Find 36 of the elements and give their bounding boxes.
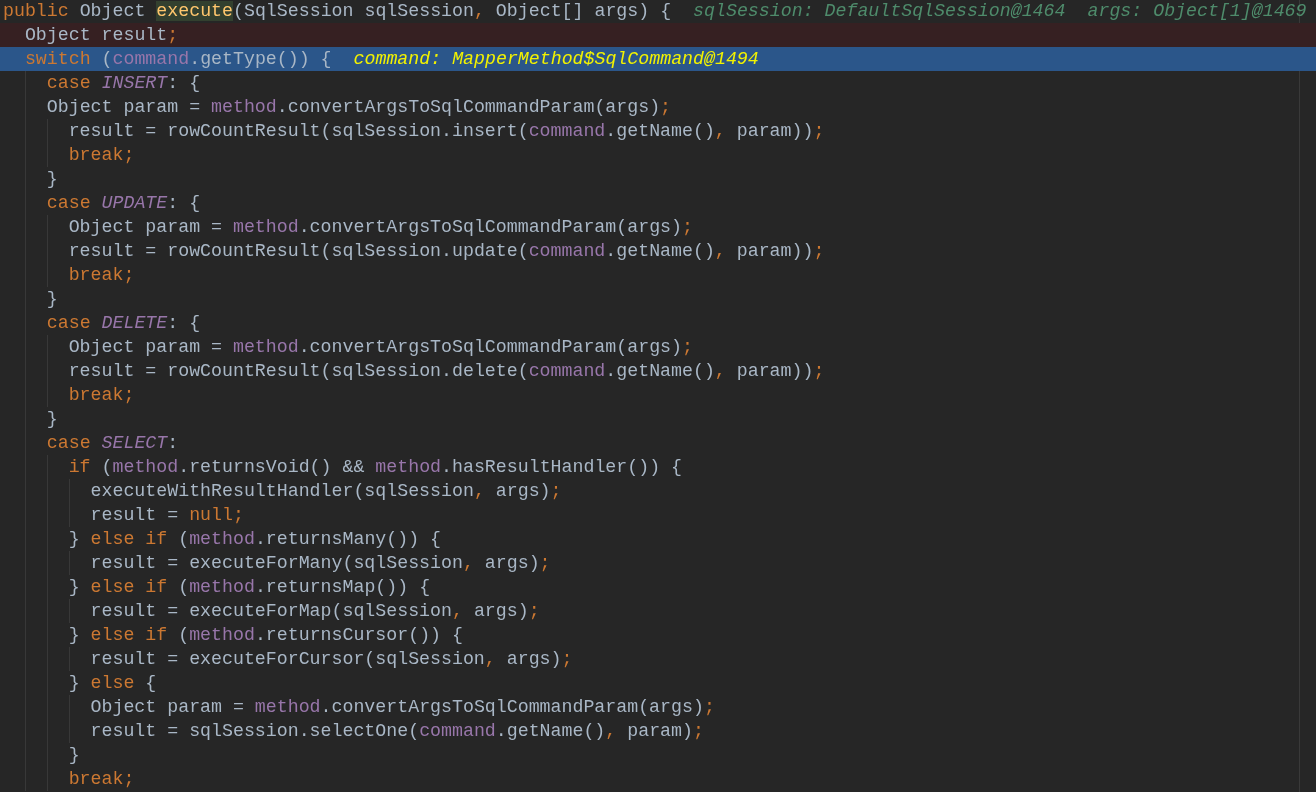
code-line: case UPDATE: { [46,192,201,215]
code-line: } else { [68,672,157,695]
code-line: } [46,168,58,191]
code-line: Object param = method.convertArgsToSqlCommandParam(args); [90,696,715,719]
code-line: executeWithResultHandler(sqlSession, args); [90,480,562,503]
code-line: break; [68,144,135,167]
inline-hint: sqlSession: DefaultSqlSession@1464 [693,0,1066,23]
code-line: result = rowCountResult(sqlSession.update(command.getName(), param)); [68,240,825,263]
code-line: result = executeForMany(sqlSession, args); [90,552,551,575]
code-line: result = null; [90,504,244,527]
code-line: result = executeForMap(sqlSession, args); [90,600,540,623]
code-line: Object param = method.convertArgsToSqlCommandParam(args); [46,96,672,119]
code-line: if (method.returnsVoid() && method.hasResultHandler()) { [68,456,682,479]
code-line: } [46,288,58,311]
code-line: break; [68,384,135,407]
code-line: Object result; [24,24,179,47]
code-line: Object param = method.convertArgsToSqlCommandParam(args); [68,216,693,239]
code-line: break; [68,768,135,791]
code-line: } [68,744,80,767]
inline-hint: args: Object[1]@1469 [1087,0,1307,23]
code-line: case DELETE: { [46,312,201,335]
code-line: result = executeForCursor(sqlSession, args); [90,648,573,671]
code-line: result = sqlSession.selectOne(command.getName(), param); [90,720,704,743]
code-line: case SELECT: [46,432,179,455]
code-line: break; [68,264,135,287]
inline-hint: command: MapperMethod$SqlCommand@1494 [353,48,759,71]
code-line: result = rowCountResult(sqlSession.delete(command.getName(), param)); [68,360,825,383]
code-line: result = rowCountResult(sqlSession.insert(command.getName(), param)); [68,120,825,143]
code-line: } else if (method.returnsMap()) { [68,576,431,599]
code-line: } else if (method.returnsCursor()) { [68,624,463,647]
code-line: public Object execute(SqlSession sqlSession, Object[] args) { [3,0,672,23]
code-line: switch (command.getType()) { [24,48,332,71]
code-line: Object param = method.convertArgsToSqlCommandParam(args); [68,336,693,359]
code-line: } else if (method.returnsMany()) { [68,528,442,551]
code-line: case INSERT: { [46,72,201,95]
code-line: } [46,408,58,431]
